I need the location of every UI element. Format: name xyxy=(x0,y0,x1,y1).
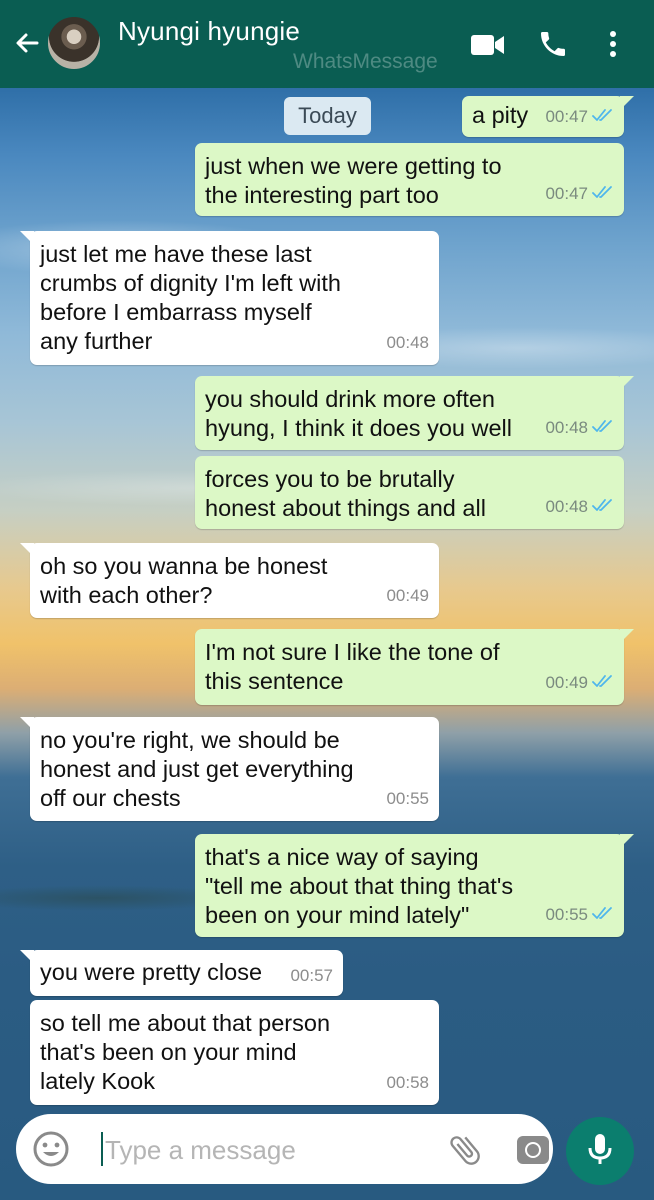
message-text: just let me have these last crumbs of di… xyxy=(40,241,341,354)
contact-name[interactable]: Nyungi hyungie xyxy=(118,16,300,47)
text-cursor xyxy=(101,1132,103,1166)
mic-icon xyxy=(585,1132,615,1171)
message-time: 00:57 xyxy=(290,966,333,985)
bubble-tail xyxy=(20,950,34,964)
message-bubble-outgoing[interactable]: a pity 00:47 xyxy=(462,96,634,137)
read-ticks-icon xyxy=(592,179,614,208)
message-time: 00:55 xyxy=(545,905,588,924)
message-time: 00:47 xyxy=(545,107,588,126)
message-meta: 00:48 xyxy=(545,413,614,442)
message-meta: 00:55 xyxy=(545,900,614,929)
message-bubble-outgoing[interactable]: you should drink more often hyung, I thi… xyxy=(195,376,634,450)
bubble-tail xyxy=(20,543,34,557)
date-chip: Today xyxy=(284,97,371,135)
message-meta: 00:47 xyxy=(545,102,614,131)
message-time: 00:55 xyxy=(386,789,429,808)
message-meta: 00:48 xyxy=(545,492,614,521)
read-ticks-icon xyxy=(592,102,614,131)
message-meta: 00:47 xyxy=(545,179,614,208)
bubble-tail xyxy=(20,231,34,245)
mic-button[interactable] xyxy=(566,1117,634,1185)
message-meta: 00:57 xyxy=(290,961,333,990)
message-time: 00:48 xyxy=(545,418,588,437)
message-meta: 00:58 xyxy=(386,1068,429,1097)
bubble-tail xyxy=(620,96,634,110)
message-meta: 00:49 xyxy=(545,668,614,697)
bubble-tail xyxy=(20,717,34,731)
bubble-tail xyxy=(620,376,634,390)
back-arrow-icon[interactable] xyxy=(10,26,44,60)
camera-icon[interactable] xyxy=(514,1131,552,1174)
video-call-icon[interactable] xyxy=(470,32,506,63)
message-composer: Type a message xyxy=(16,1114,553,1184)
avatar[interactable] xyxy=(47,16,101,70)
message-meta: 00:49 xyxy=(386,581,429,610)
message-bubble-outgoing[interactable]: that's a nice way of saying "tell me abo… xyxy=(195,834,634,937)
bubble-tail xyxy=(620,629,634,643)
message-text: no you're right, we should be honest and… xyxy=(40,727,354,811)
message-bubble-outgoing[interactable]: forces you to be brutally honest about t… xyxy=(195,456,624,529)
message-input[interactable]: Type a message xyxy=(105,1135,296,1166)
read-ticks-icon xyxy=(592,413,614,442)
attach-icon[interactable] xyxy=(446,1131,484,1174)
message-bubble-incoming[interactable]: just let me have these last crumbs of di… xyxy=(20,231,439,365)
message-time: 00:47 xyxy=(545,184,588,203)
message-text: so tell me about that person that's been… xyxy=(40,1010,331,1094)
emoji-icon[interactable] xyxy=(31,1129,71,1174)
chat-header: Nyungi hyungie WhatsMessage xyxy=(0,0,654,88)
message-time: 00:58 xyxy=(386,1073,429,1092)
more-vertical-icon[interactable] xyxy=(605,28,621,65)
message-meta: 00:55 xyxy=(386,784,429,813)
read-ticks-icon xyxy=(592,900,614,929)
phone-icon[interactable] xyxy=(537,28,569,65)
message-time: 00:48 xyxy=(386,333,429,352)
read-ticks-icon xyxy=(592,492,614,521)
message-bubble-incoming[interactable]: no you're right, we should be honest and… xyxy=(20,717,439,821)
message-bubble-outgoing[interactable]: I'm not sure I like the tone of this sen… xyxy=(195,629,634,705)
watermark: WhatsMessage xyxy=(293,50,438,73)
message-time: 00:49 xyxy=(545,673,588,692)
message-time: 00:48 xyxy=(545,497,588,516)
message-bubble-incoming[interactable]: oh so you wanna be honest with each othe… xyxy=(20,543,439,618)
message-bubble-incoming[interactable]: you were pretty close 00:57 xyxy=(20,950,343,996)
chat-area[interactable]: Today a pity 00:47 just when we were get… xyxy=(0,88,654,1200)
bubble-tail xyxy=(620,834,634,848)
message-text: oh so you wanna be honest with each othe… xyxy=(40,553,328,608)
message-time: 00:49 xyxy=(386,586,429,605)
message-text: you were pretty close xyxy=(40,959,263,985)
message-meta: 00:48 xyxy=(386,328,429,357)
message-bubble-incoming[interactable]: so tell me about that person that's been… xyxy=(30,1000,439,1105)
read-ticks-icon xyxy=(592,668,614,697)
message-bubble-outgoing[interactable]: just when we were getting to the interes… xyxy=(195,143,624,216)
